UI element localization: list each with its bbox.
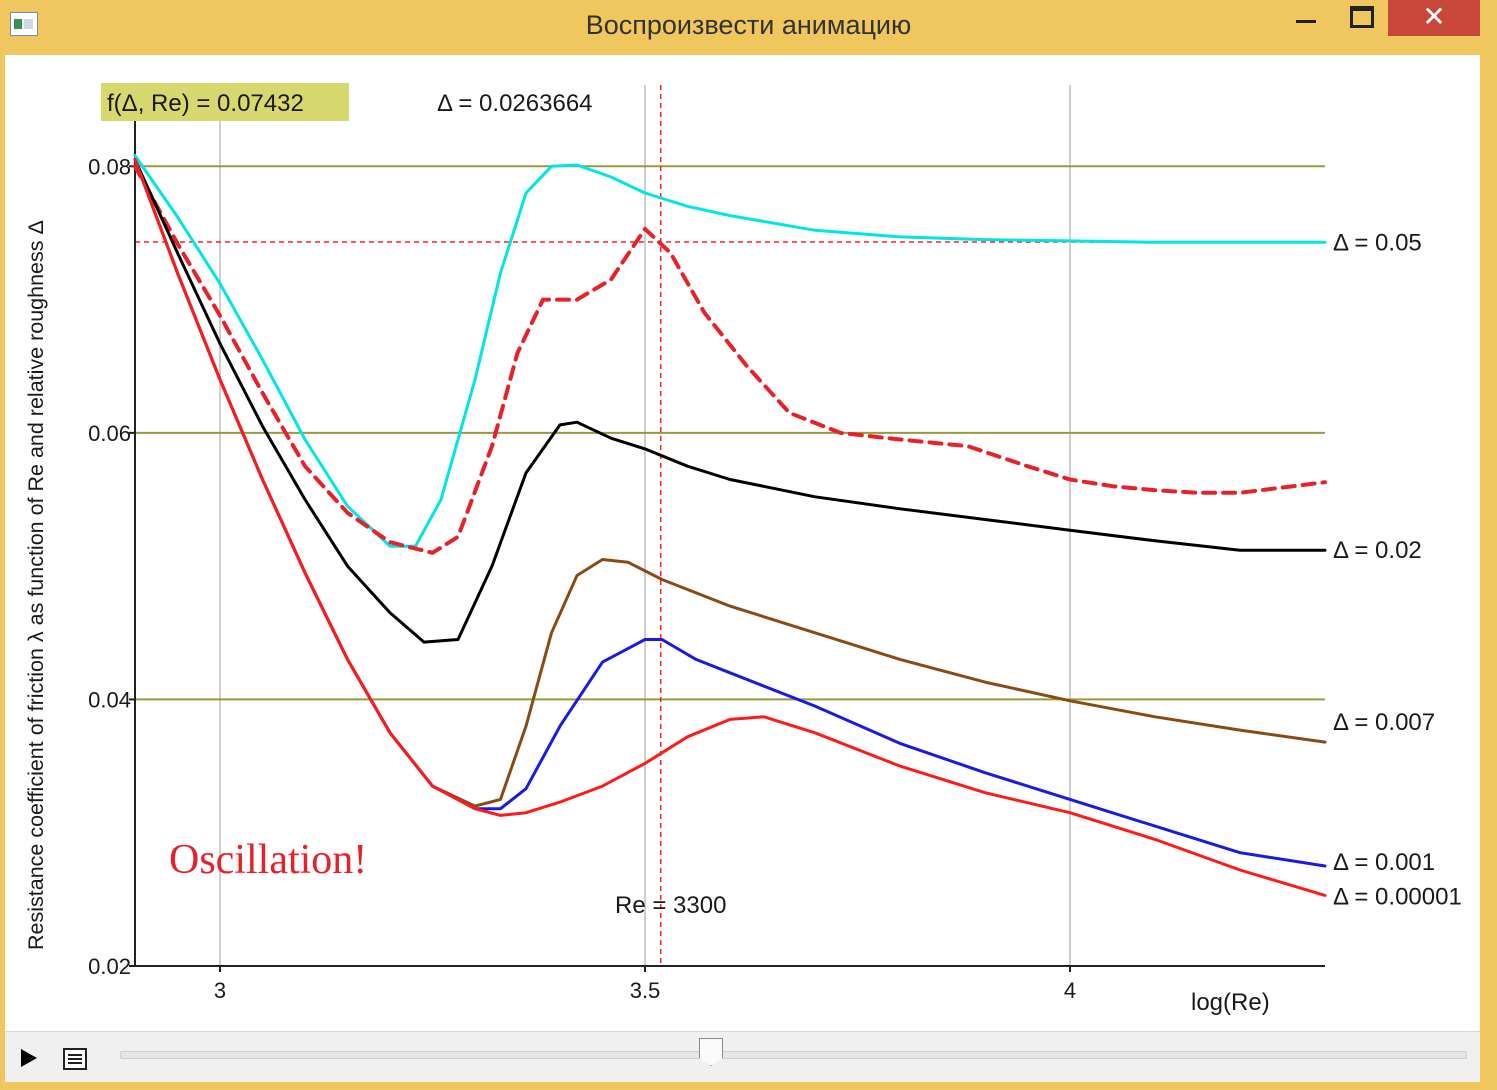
maximize-icon (1350, 6, 1374, 28)
x-tick-label: 3.5 (630, 978, 661, 1003)
legend-label: Δ = 0.02 (1333, 537, 1422, 564)
re-value-label: Re = 3300 (615, 892, 726, 919)
y-axis-label: Resistance coefficient of friction λ as … (24, 220, 48, 950)
minimize-button[interactable] (1282, 0, 1332, 36)
legend-label: Δ = 0.05 (1333, 229, 1422, 256)
series-line (133, 158, 1327, 644)
animation-controls (5, 1031, 1480, 1082)
play-button[interactable] (15, 1044, 45, 1072)
delta-value-label: Δ = 0.0263664 (437, 90, 593, 117)
oscillation-annotation: Oscillation! (169, 837, 367, 883)
crosshair-markers (135, 85, 1325, 966)
title-bar: Воспроизвести анимацию ✕ (0, 0, 1497, 54)
x-tick-label: 4 (1064, 978, 1076, 1003)
legend: Δ = 0.05 Δ = 0.02 Δ = 0.007 Δ = 0.001 Δ = 0.… (1333, 229, 1462, 910)
x-tick-label: 3 (214, 978, 226, 1003)
slider-thumb[interactable] (699, 1038, 723, 1066)
legend-label: Δ = 0.007 (1333, 709, 1435, 736)
close-icon: ✕ (1422, 1, 1446, 32)
legend-label: Δ = 0.00001 (1333, 884, 1462, 911)
y-tick-label: 0.04 (88, 687, 131, 712)
y-tick-label: 0.02 (88, 954, 131, 979)
legend-label: Δ = 0.001 (1333, 849, 1435, 876)
play-icon (21, 1049, 37, 1067)
grid (135, 85, 1325, 966)
options-button[interactable] (59, 1044, 89, 1072)
plot-area: 0.02 0.04 0.06 0.08 3 3.5 4 Δ = 0.05 Δ = 0.02 Δ … (5, 55, 1480, 1031)
maximize-button[interactable] (1336, 0, 1386, 36)
f-value-label: f(Δ, Re) = 0.07432 (107, 90, 304, 117)
series-line (133, 158, 1327, 808)
close-button[interactable]: ✕ (1388, 0, 1480, 36)
window-title: Воспроизвести анимацию (585, 10, 912, 40)
series-line (133, 164, 1327, 555)
options-icon (63, 1048, 87, 1070)
minimize-icon (1296, 20, 1316, 23)
y-tick-label: 0.08 (88, 154, 131, 179)
series-group (133, 154, 1327, 897)
series-line (133, 158, 1327, 897)
animation-slider[interactable] (120, 1051, 1467, 1059)
y-tick-label: 0.06 (88, 421, 131, 446)
chart: 0.020.040.060.083 3.5 4 Δ = 0.05Δ = 0.02Δ … (24, 83, 1462, 1016)
x-axis-label: log(Re) (1191, 989, 1270, 1016)
